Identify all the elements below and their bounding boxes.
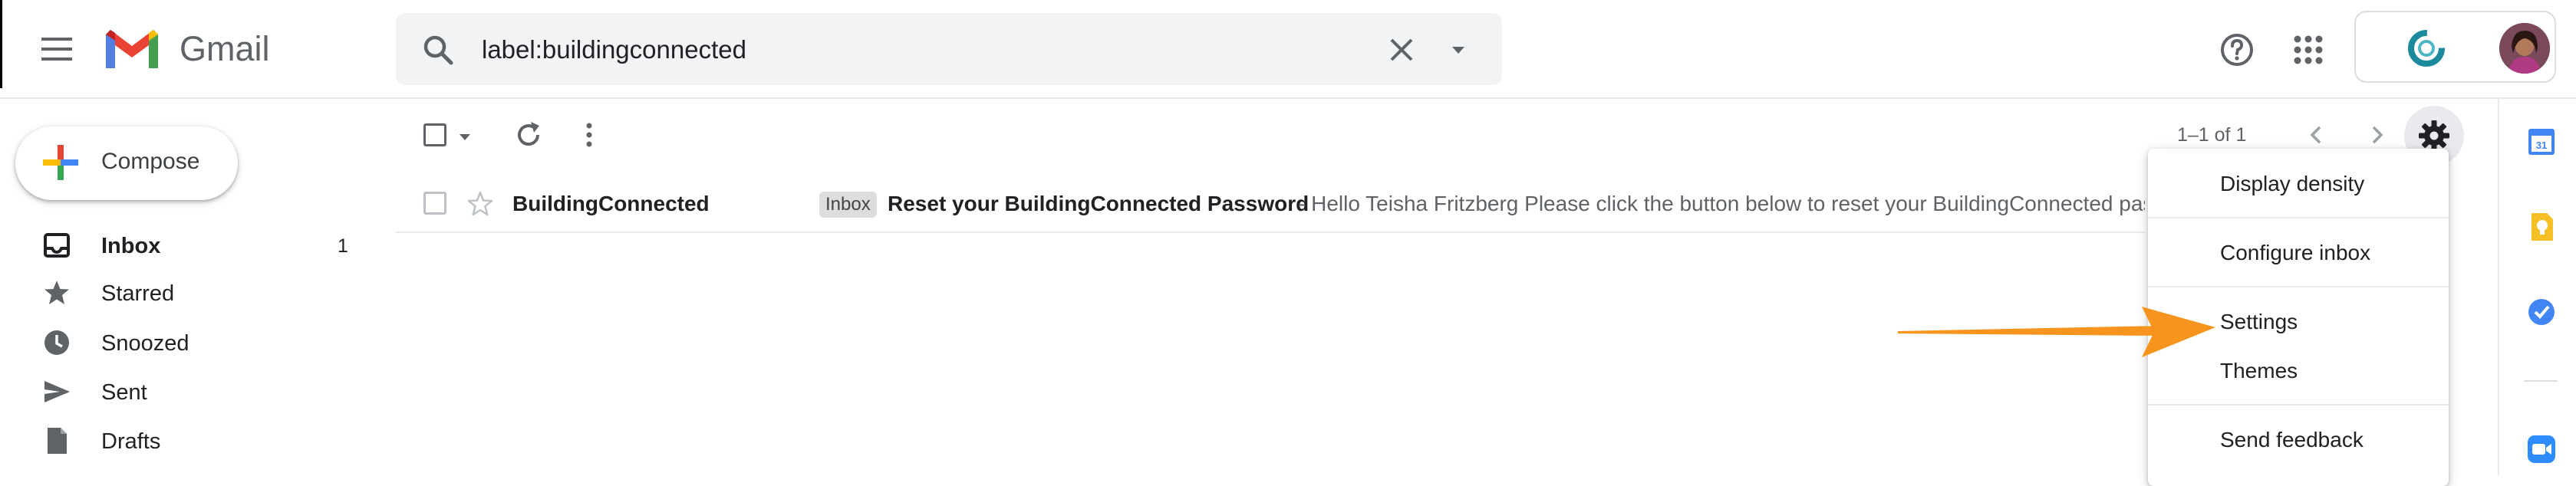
- help-icon[interactable]: [2218, 31, 2256, 69]
- gear-icon: [2417, 119, 2451, 153]
- google-apps-icon[interactable]: [2289, 31, 2327, 69]
- search-input[interactable]: label:buildingconnected: [482, 33, 746, 67]
- menu-item-configure-inbox[interactable]: Configure inbox: [2220, 238, 2370, 268]
- row-checkbox[interactable]: [423, 192, 446, 215]
- menu-divider: [2148, 217, 2449, 218]
- menu-item-display-density[interactable]: Display density: [2220, 169, 2364, 199]
- more-options-icon[interactable]: [572, 118, 606, 152]
- sidebar-item-label: Snoozed: [101, 331, 189, 356]
- refresh-icon[interactable]: [512, 118, 545, 152]
- calendar-icon[interactable]: 31: [2525, 126, 2558, 158]
- send-icon: [41, 376, 72, 407]
- clear-search-icon[interactable]: [1385, 34, 1418, 66]
- email-snippet: - Hello Teisha Fritzberg Please click th…: [1298, 192, 2145, 215]
- organization-logo-icon: [2405, 27, 2448, 70]
- compose-plus-icon: [40, 142, 81, 183]
- tasks-icon[interactable]: [2525, 296, 2558, 328]
- star-outline-icon[interactable]: [465, 189, 496, 219]
- chevron-left-icon[interactable]: [2301, 120, 2332, 150]
- sidebar-item-label: Starred: [101, 281, 175, 306]
- menu-item-settings[interactable]: Settings: [2220, 307, 2298, 337]
- chevron-right-icon[interactable]: [2361, 120, 2392, 150]
- main-menu-button[interactable]: [29, 21, 84, 77]
- inbox-icon: [41, 230, 72, 261]
- hamburger-icon: [41, 38, 72, 61]
- app-name: Gmail: [180, 29, 270, 68]
- sidebar-item-label: Inbox: [101, 234, 161, 258]
- label-badge[interactable]: Inbox: [819, 192, 877, 218]
- svg-text:31: 31: [2536, 140, 2547, 151]
- search-icon[interactable]: [420, 32, 456, 67]
- keep-icon[interactable]: [2525, 211, 2558, 243]
- zoom-icon[interactable]: [2525, 433, 2558, 465]
- rail-divider: [2524, 380, 2558, 382]
- search-options-icon[interactable]: [1447, 38, 1470, 61]
- pagination-text: 1–1 of 1: [2177, 124, 2247, 146]
- gmail-logo-icon[interactable]: [101, 25, 163, 71]
- menu-item-themes[interactable]: Themes: [2220, 356, 2298, 386]
- compose-label: Compose: [101, 149, 200, 174]
- sidebar-item-label: Drafts: [101, 429, 161, 454]
- annotation-arrow-icon: [1895, 305, 2217, 359]
- email-subject: Reset your BuildingConnected Password: [888, 192, 1309, 215]
- clock-icon: [41, 327, 72, 358]
- email-sender: BuildingConnected: [512, 192, 710, 215]
- menu-divider: [2148, 404, 2449, 406]
- unread-count: 1: [338, 235, 348, 257]
- avatar[interactable]: [2499, 23, 2550, 74]
- menu-item-send-feedback[interactable]: Send feedback: [2220, 425, 2364, 455]
- select-menu-chevron-down-icon[interactable]: [457, 129, 473, 144]
- select-all-checkbox[interactable]: [423, 123, 446, 146]
- sidebar-item-label: Sent: [101, 380, 147, 405]
- star-icon: [41, 277, 72, 308]
- menu-divider: [2148, 286, 2449, 287]
- draft-icon: [41, 425, 72, 456]
